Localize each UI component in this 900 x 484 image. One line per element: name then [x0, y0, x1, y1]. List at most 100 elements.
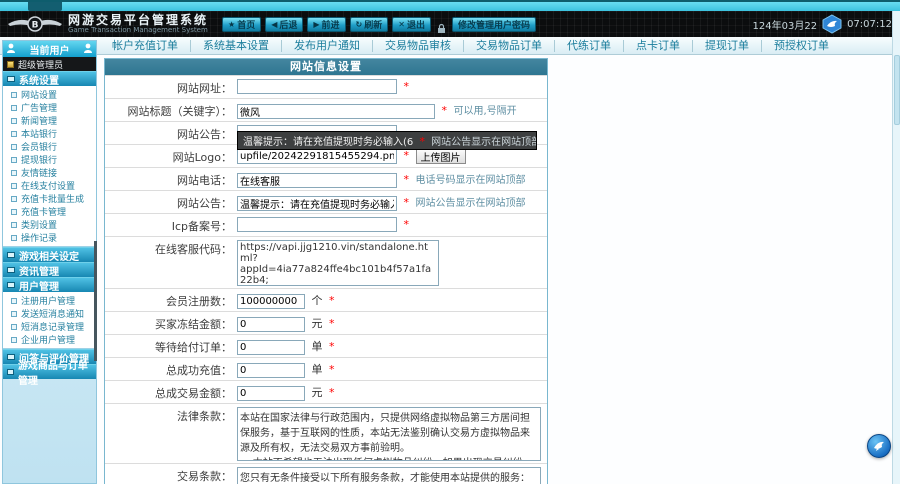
page-icon: [11, 196, 17, 202]
sidebar-section-user-management[interactable]: 用户管理: [3, 277, 96, 292]
header-time: 07:07:12: [847, 19, 892, 30]
sidebar-item-card-batch-generate[interactable]: 充值卡批量生成: [3, 192, 96, 205]
row-site-notice-1: 网站公告： 温馨提示：请在充值提现时务必输入(6 * 网站公告显示在网站顶部: [105, 121, 547, 144]
app-subtitle: Game Transaction Management System: [68, 26, 208, 34]
folder-icon: [7, 252, 15, 258]
row-kefu-code: 在线客服代码： https://vapi.jjg1210.vin/standal…: [105, 236, 547, 288]
icp-input[interactable]: [237, 217, 397, 232]
sidebar-item-category-settings[interactable]: 类别设置: [3, 218, 96, 231]
person-icon: [7, 43, 15, 56]
sidebar-item-news-management[interactable]: 新闻管理: [3, 114, 96, 127]
page-icon: [11, 235, 17, 241]
page-icon: [11, 105, 17, 111]
page-icon: [11, 118, 17, 124]
form-title: 网站信息设置: [105, 59, 547, 75]
phone-hint: 电话号码显示在网站顶部: [416, 175, 526, 186]
tab-item-review[interactable]: 交易物品审核: [373, 40, 464, 52]
sidebar-item-operation-log[interactable]: 操作记录: [3, 231, 96, 244]
total-recharge-input[interactable]: [237, 363, 305, 378]
back-button[interactable]: ◀ 后退: [265, 17, 303, 32]
tab-withdraw-orders[interactable]: 提现订单: [693, 40, 762, 52]
crown-icon: [7, 61, 14, 68]
sidebar-section-goods-orders[interactable]: 游戏商品与订单管理: [3, 364, 96, 379]
row-site-url: 网站网址： *: [105, 75, 547, 98]
pending-orders-input[interactable]: [237, 340, 305, 355]
page-icon: [11, 131, 17, 137]
tab-pointcard-orders[interactable]: 点卡订单: [624, 40, 693, 52]
site-title-input[interactable]: [237, 104, 435, 119]
site-notice-input-2[interactable]: [237, 196, 397, 211]
upload-image-button[interactable]: 上传图片: [416, 148, 466, 164]
row-site-title: 网站标题（关键字）： * 可以用,号隔开: [105, 98, 547, 121]
page-icon: [11, 170, 17, 176]
current-user-tab[interactable]: 当前用户: [3, 41, 96, 57]
site-url-input[interactable]: [237, 79, 397, 94]
site-logo-input[interactable]: [237, 149, 397, 164]
customer-service-floater[interactable]: [867, 434, 891, 458]
tab-preauth-orders[interactable]: 预授权订单: [762, 40, 841, 52]
page-icon: [11, 209, 17, 215]
tab-powerleveling-orders[interactable]: 代练订单: [555, 40, 624, 52]
dove-icon: [871, 438, 887, 454]
tab-system-settings[interactable]: 系统基本设置: [191, 40, 282, 52]
sidebar-item-friend-links[interactable]: 友情链接: [3, 166, 96, 179]
logout-button[interactable]: ✕ 退出: [392, 17, 431, 32]
home-button[interactable]: ★ 首页: [222, 17, 261, 32]
system-item-list: 网站设置 广告管理 新闻管理 本站银行 会员银行 提现银行 友情链接 在线支付设…: [3, 86, 96, 247]
legal-terms-textarea[interactable]: 本站在国家法律与行政范围内，只提供网络虚拟物品第三方居间担保服务，基于互联网的性…: [237, 407, 541, 461]
notice2-hint: 网站公告显示在网站顶部: [416, 198, 526, 209]
lock-icon: [437, 19, 446, 29]
sidebar-item-ad-management[interactable]: 广告管理: [3, 101, 96, 114]
sidebar-item-send-sms-notice[interactable]: 发送短消息通知: [3, 307, 96, 320]
row-member-count: 会员注册数： 个 *: [105, 288, 547, 311]
tab-user-notice[interactable]: 发布用户通知: [282, 40, 373, 52]
sidebar: 当前用户 超级管理员 系统设置 网站设置 广告管理 新闻管理 本站银行 会员银行…: [2, 40, 97, 484]
header-clock: 124年03月22 07:07:12: [753, 14, 892, 34]
sidebar-item-site-settings[interactable]: 网站设置: [3, 88, 96, 101]
sidebar-section-info-management[interactable]: 资讯管理: [3, 262, 96, 277]
window-tab[interactable]: [28, 2, 62, 11]
folder-icon: [7, 282, 15, 288]
top-tabbar: 帐户充值订单 系统基本设置 发布用户通知 交易物品审核 交易物品订单 代练订单 …: [0, 37, 900, 55]
refresh-button[interactable]: ↻ 刷新: [350, 17, 389, 32]
site-phone-input[interactable]: [237, 173, 397, 188]
sidebar-item-sms-log[interactable]: 短消息记录管理: [3, 320, 96, 333]
page-icon: [11, 183, 17, 189]
sidebar-item-card-management[interactable]: 充值卡管理: [3, 205, 96, 218]
folder-icon: [7, 354, 15, 360]
row-site-notice-2: 网站公告： * 网站公告显示在网站顶部: [105, 190, 547, 213]
page-scrollbar[interactable]: [892, 11, 900, 484]
page-scrollbar-thumb[interactable]: [894, 55, 900, 125]
site-info-form: 网站信息设置 网站网址： * 网站标题（关键字）： * 可以用,号隔开 网站公告…: [104, 58, 548, 484]
kefu-code-textarea[interactable]: https://vapi.jjg1210.vin/standalone.html…: [237, 240, 439, 286]
tab-item-orders[interactable]: 交易物品订单: [464, 40, 555, 52]
tab-recharge-orders[interactable]: 帐户充值订单: [100, 40, 191, 52]
sidebar-section-system[interactable]: 系统设置: [3, 71, 96, 86]
sidebar-item-online-payment[interactable]: 在线支付设置: [3, 179, 96, 192]
app-header: B 网游交易平台管理系统 Game Transaction Management…: [0, 11, 900, 37]
sidebar-item-withdraw-bank[interactable]: 提现银行: [3, 153, 96, 166]
page-icon: [11, 92, 17, 98]
change-password-button[interactable]: 修改管理用户密码: [452, 17, 536, 32]
admin-page: B 网游交易平台管理系统 Game Transaction Management…: [0, 0, 900, 484]
member-count-input[interactable]: [237, 294, 305, 309]
sidebar-section-game-settings[interactable]: 游戏相关设定: [3, 247, 96, 262]
forward-button[interactable]: ▶ 前进: [307, 17, 345, 32]
sidebar-item-member-bank[interactable]: 会员银行: [3, 140, 96, 153]
header-nav: ★ 首页 ◀ 后退 ▶ 前进 ↻ 刷新 ✕ 退出: [222, 17, 536, 32]
sidebar-item-site-bank[interactable]: 本站银行: [3, 127, 96, 140]
folder-icon: [7, 76, 15, 82]
trade-terms-textarea[interactable]: 您只有无条件接受以下所有服务条款，才能使用本站提供的服务： 1、服务条款的确认和…: [237, 467, 541, 484]
page-icon: [11, 298, 17, 304]
sidebar-item-registered-users[interactable]: 注册用户管理: [3, 294, 96, 307]
row-pending-orders: 等待给付订单： 单 *: [105, 334, 547, 357]
row-site-phone: 网站电话： * 电话号码显示在网站顶部: [105, 167, 547, 190]
frozen-amount-input[interactable]: [237, 317, 305, 332]
sidebar-item-enterprise-users[interactable]: 企业用户管理: [3, 333, 96, 346]
admin-role-bar: 超级管理员: [3, 57, 96, 71]
folder-icon: [7, 369, 14, 375]
sidebar-scrollbar[interactable]: [94, 241, 97, 361]
folder-icon: [7, 267, 15, 273]
total-trade-input[interactable]: [237, 386, 305, 401]
window-top-strip: [0, 0, 900, 11]
